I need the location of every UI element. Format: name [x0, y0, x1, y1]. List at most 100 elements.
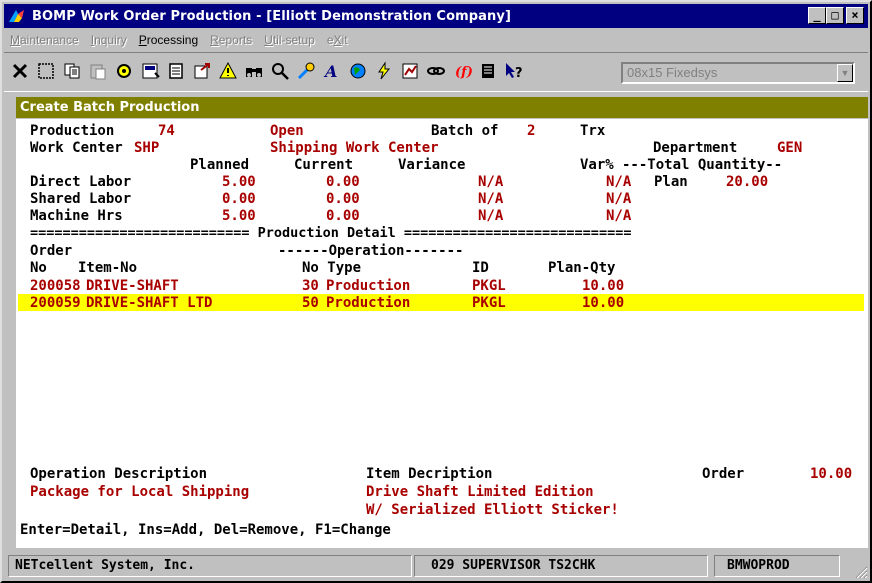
trx-label: Trx [580, 123, 606, 139]
summary-current: 0.00 [326, 191, 360, 207]
summary-row-label: Shared Labor [30, 191, 132, 207]
find-icon[interactable] [242, 59, 266, 83]
production-number[interactable]: 74 [158, 123, 175, 139]
menu-exit[interactable]: eXit [327, 33, 348, 47]
status-session: 029 SUPERVISOR TS2CHK [414, 555, 708, 577]
menu-inquiry[interactable]: Inquiry [91, 33, 127, 47]
col-varpct: Var% [580, 157, 614, 173]
plan-label: Plan [654, 174, 688, 190]
summary-row-label: Direct Labor [30, 174, 132, 190]
summary-planned: 0.00 [222, 191, 256, 207]
menu-util-setup[interactable]: Util-setup [264, 33, 315, 47]
item-description-label: Item Decription [366, 466, 493, 482]
production-status: Open [270, 123, 304, 139]
menu-processing[interactable]: Processing [139, 33, 198, 47]
font-icon[interactable]: A [320, 59, 344, 83]
link-icon[interactable] [424, 59, 448, 83]
production-label: Production [30, 123, 115, 139]
summary-current: 0.00 [326, 174, 360, 190]
summary-planned: 5.00 [222, 208, 256, 224]
batch-count: 2 [527, 123, 536, 139]
app-icon [8, 8, 26, 24]
row-op-type: Production [326, 278, 411, 294]
key-hints: Enter=Detail, Ins=Add, Del=Remove, F1=Ch… [20, 522, 391, 538]
col-variance: Variance [398, 157, 466, 173]
settings-icon[interactable] [112, 59, 136, 83]
close-button[interactable]: × [846, 7, 864, 24]
properties-icon[interactable] [138, 59, 162, 83]
detail-hdr-plan-qty: Plan-Qty [548, 260, 616, 276]
maximize-button[interactable]: □ [826, 7, 844, 24]
order-qty-value: 10.00 [810, 466, 853, 482]
minimize-button[interactable]: _ [808, 7, 826, 24]
row-order-no[interactable]: 200058 [30, 278, 81, 294]
detail-hdr-item: Item-No [78, 260, 138, 276]
detail-hdr-operation: ------Operation------- [278, 243, 464, 259]
toolbar: A (f) ? 08x15 Fixedsys ▼ [4, 52, 868, 92]
copy-icon[interactable] [60, 59, 84, 83]
help-icon[interactable]: ? [502, 59, 526, 83]
application-window: BOMP Work Order Production - [Elliott De… [0, 0, 872, 583]
tool-icon[interactable] [294, 59, 318, 83]
paste-icon[interactable] [86, 59, 110, 83]
summary-varpct: N/A [606, 191, 632, 207]
export-icon[interactable] [190, 59, 214, 83]
close-x-icon[interactable] [8, 59, 32, 83]
operation-description-value: Package for Local Shipping [30, 484, 250, 500]
summary-variance: N/A [478, 208, 504, 224]
select-icon[interactable] [34, 59, 58, 83]
status-company: NETcellent System, Inc. [8, 555, 412, 577]
row-item-no[interactable]: DRIVE-SHAFT [86, 278, 179, 294]
warning-icon[interactable] [216, 59, 240, 83]
summary-planned: 5.00 [222, 174, 256, 190]
svg-text:A: A [323, 62, 337, 81]
menu-bar: Maintenance Inquiry Processing Reports U… [4, 30, 354, 50]
work-center-code[interactable]: SHP [134, 140, 159, 156]
row-op-no: 30 [302, 278, 319, 294]
summary-varpct: N/A [606, 174, 632, 190]
row-id: PKGL [472, 295, 506, 311]
zoom-icon[interactable] [268, 59, 292, 83]
department-label: Department [653, 140, 738, 156]
batch-label: Batch of [431, 123, 499, 139]
font-selector-dropdown[interactable]: 08x15 Fixedsys ▼ [621, 62, 855, 84]
row-item-no[interactable]: DRIVE-SHAFT LTD [86, 295, 212, 311]
col-planned: Planned [190, 157, 250, 173]
row-plan-qty: 10.00 [582, 295, 625, 311]
menu-reports[interactable]: Reports [210, 33, 252, 47]
row-plan-qty: 10.00 [582, 278, 625, 294]
detail-hdr-op-type: No Type [302, 260, 362, 276]
summary-current: 0.00 [326, 208, 360, 224]
item-description-line1: Drive Shaft Limited Edition [366, 484, 594, 500]
work-center-name: Shipping Work Center [270, 140, 439, 156]
row-order-no[interactable]: 200059 [30, 295, 81, 311]
total-quantity-header: ---Total Quantity-- [622, 157, 783, 173]
chevron-down-icon[interactable]: ▼ [837, 64, 853, 82]
summary-variance: N/A [478, 174, 504, 190]
detail-hdr-no: No [30, 260, 47, 276]
detail-hdr-id: ID [472, 260, 489, 276]
production-detail-divider: =========================== Production D… [30, 225, 632, 241]
font-selector-value: 08x15 Fixedsys [627, 65, 718, 80]
list-icon[interactable] [164, 59, 188, 83]
status-program: BMWOPROD [714, 555, 840, 577]
order-qty-label: Order [702, 466, 745, 482]
summary-variance: N/A [478, 191, 504, 207]
item-description-line2: W/ Serialized Elliott Sticker! [366, 502, 619, 518]
panel-title: Create Batch Production [16, 97, 868, 118]
work-center-label: Work Center [30, 140, 123, 156]
menu-maintenance[interactable]: Maintenance [10, 33, 79, 47]
notes-icon[interactable] [476, 59, 500, 83]
detail-hdr-order: Order [30, 243, 73, 259]
window-title: BOMP Work Order Production - [Elliott De… [32, 8, 512, 24]
row-op-type: Production [326, 295, 411, 311]
globe-icon[interactable] [346, 59, 370, 83]
department-code: GEN [777, 140, 803, 156]
row-op-no: 50 [302, 295, 319, 311]
lightning-icon[interactable] [372, 59, 396, 83]
summary-varpct: N/A [606, 208, 632, 224]
chart-icon[interactable] [398, 59, 422, 83]
resize-grip-icon[interactable] [854, 565, 868, 579]
function-icon[interactable]: (f) [450, 59, 474, 83]
svg-text:?: ? [515, 66, 523, 81]
